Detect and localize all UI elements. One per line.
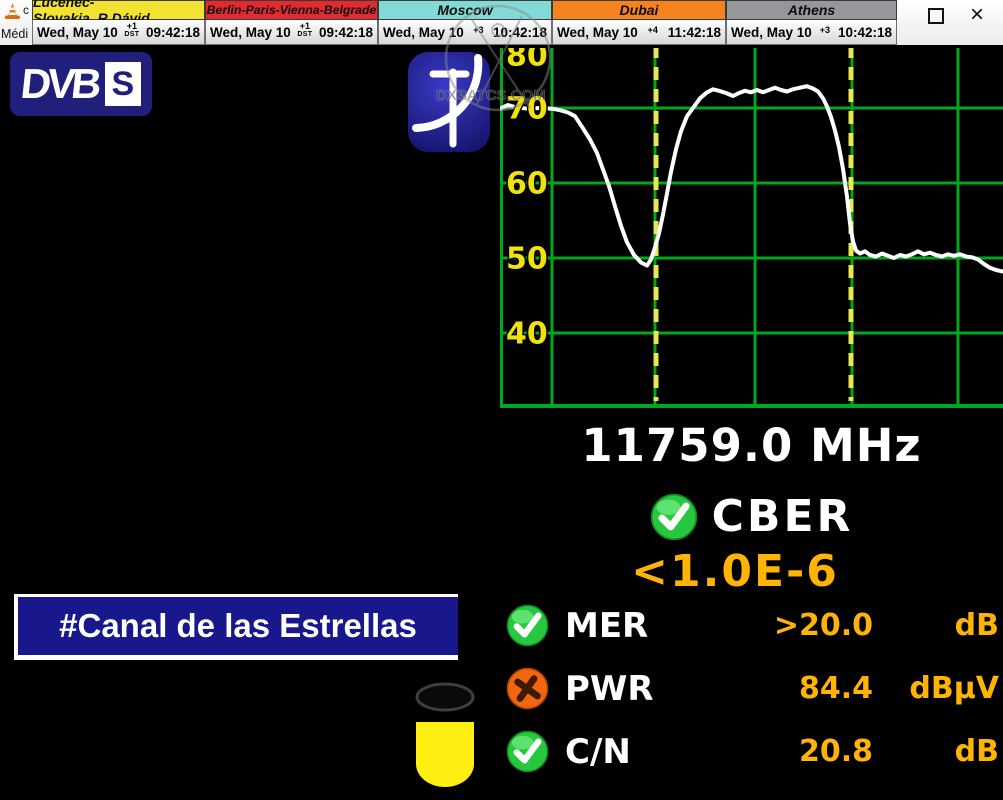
- signal-metrics: MER >20.0 dB PWR 84.4 dBµV C/N 20.8 dB: [500, 594, 1003, 783]
- clock-city-label: Berlin-Paris-Vienna-Belgrade: [205, 0, 378, 20]
- metric-row-cn: C/N 20.8 dB: [500, 720, 1003, 783]
- y-axis-tick: 70: [506, 92, 548, 127]
- metric-value: >20.0: [701, 608, 873, 643]
- spectrum-trace: [500, 86, 1003, 271]
- metric-value: 20.8: [701, 734, 873, 769]
- window-title-bar: c Médi Lučenec-Slovakia_R.Dávid Wed, May…: [0, 0, 1003, 48]
- clock-date: Wed, May 10: [731, 25, 812, 40]
- clock-time: 09:42:18: [146, 25, 200, 40]
- metric-row-mer: MER >20.0 dB: [500, 594, 1003, 657]
- clock-utc-offset: +3: [466, 26, 491, 35]
- clock-date: Wed, May 10: [557, 25, 638, 40]
- vlc-cone-icon: [4, 2, 21, 20]
- clock-city-label: Dubai: [552, 0, 726, 20]
- metric-row-pwr: PWR 84.4 dBµV: [500, 657, 1003, 720]
- y-axis-tick: 40: [506, 317, 548, 352]
- clock-datetime: Wed, May 10 +1 DST 09:42:18: [32, 20, 205, 45]
- satellite-dish-icon: [408, 52, 490, 152]
- clock-time: 11:42:18: [668, 25, 721, 40]
- clock-datetime: Wed, May 10 +3 10:42:18: [726, 20, 897, 45]
- y-axis-tick: 60: [506, 167, 548, 202]
- clock-athens: Athens Wed, May 10 +3 10:42:18: [726, 0, 897, 45]
- maximize-button[interactable]: [928, 8, 944, 24]
- clock-dubai: Dubai Wed, May 10 +4 11:42:18: [552, 0, 726, 45]
- status-ok-icon: [650, 493, 698, 541]
- y-axis-tick: 80: [506, 45, 548, 74]
- frequency-readout: 11759.0 MHz: [500, 419, 1003, 472]
- clock-utc-offset: +1 DST: [119, 22, 144, 38]
- status-fail-icon: [506, 667, 549, 710]
- dvb-s-logo: DVB S: [10, 52, 152, 116]
- clock-utc-offset: +4: [640, 26, 665, 35]
- metric-label: MER: [565, 606, 701, 646]
- cber-label: CBER: [712, 491, 854, 542]
- metric-unit: dB: [873, 734, 1003, 769]
- window-title-fragment-2: Médi: [1, 27, 28, 41]
- lnb-cylinder-icon: [413, 678, 477, 793]
- metric-unit: dB: [873, 608, 1003, 643]
- metric-value: 84.4: [701, 671, 873, 706]
- clock-utc-offset: +3: [812, 26, 837, 35]
- clock-utc-offset: +1 DST: [292, 22, 317, 38]
- clock-date: Wed, May 10: [210, 25, 291, 40]
- metric-label: C/N: [565, 732, 701, 772]
- channel-name: #Canal de las Estrellas: [59, 607, 417, 645]
- cber-value: <1.0E-6: [500, 546, 970, 597]
- window-title-fragment: c: [23, 3, 29, 17]
- cber-row: CBER: [500, 491, 1003, 542]
- y-axis-tick: 50: [506, 242, 548, 277]
- spectrum-plot: 80 70 60 50 40: [500, 45, 1003, 408]
- world-clocks: Lučenec-Slovakia_R.Dávid Wed, May 10 +1 …: [32, 0, 897, 45]
- clock-city-label: Athens: [726, 0, 897, 20]
- clock-time: 10:42:18: [493, 25, 547, 40]
- dvb-s-box: S: [105, 62, 141, 106]
- clock-time: 10:42:18: [838, 25, 892, 40]
- clock-datetime: Wed, May 10 +1 DST 09:42:18: [205, 20, 378, 45]
- sat-meter-screen: { "window": { "title_fragment": "c", "ti…: [0, 0, 1003, 800]
- close-button[interactable]: ×: [970, 0, 984, 30]
- metric-unit: dBµV: [873, 671, 1003, 706]
- metric-label: PWR: [565, 669, 701, 709]
- clock-time: 09:42:18: [319, 25, 373, 40]
- clock-lucenec: Lučenec-Slovakia_R.Dávid Wed, May 10 +1 …: [32, 0, 205, 45]
- clock-city-label: Lučenec-Slovakia_R.Dávid: [32, 0, 205, 20]
- clock-datetime: Wed, May 10 +3 10:42:18: [378, 20, 552, 45]
- clock-city-label: Moscow: [378, 0, 552, 20]
- clock-datetime: Wed, May 10 +4 11:42:18: [552, 20, 726, 45]
- dvb-logo-text: DVB: [19, 60, 101, 108]
- clock-berlin: Berlin-Paris-Vienna-Belgrade Wed, May 10…: [205, 0, 378, 45]
- status-ok-icon: [506, 604, 549, 647]
- clock-moscow: Moscow Wed, May 10 +3 10:42:18: [378, 0, 552, 45]
- clock-date: Wed, May 10: [383, 25, 464, 40]
- channel-name-banner: #Canal de las Estrellas: [14, 594, 458, 660]
- clock-date: Wed, May 10: [37, 25, 118, 40]
- status-ok-icon: [506, 730, 549, 773]
